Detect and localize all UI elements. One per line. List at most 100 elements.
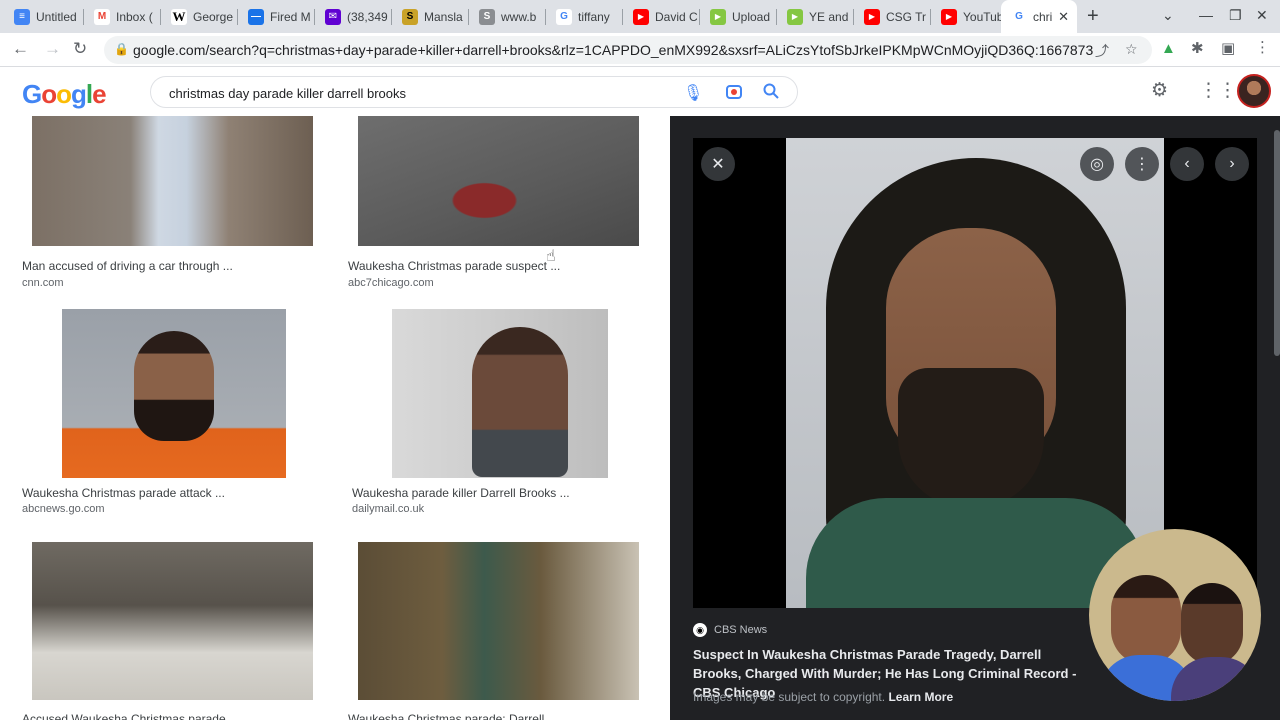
result-thumbnail[interactable]	[358, 116, 639, 246]
gmail-icon: M	[94, 8, 110, 25]
browser-tab-active[interactable]: G chri ✕	[1001, 0, 1077, 33]
share-icon[interactable]: ⤴	[1095, 41, 1109, 61]
reload-icon[interactable]: ↻	[73, 39, 87, 59]
lens-camera-icon[interactable]	[725, 83, 743, 106]
browser-tab[interactable]: S www.b	[469, 0, 546, 33]
preview-source[interactable]: ◉ CBS News	[693, 623, 767, 637]
browser-tab[interactable]: ▶ CSG Tr	[854, 0, 931, 33]
result-source[interactable]: abcnews.go.com	[22, 503, 105, 515]
close-window-icon[interactable]: ✕	[1256, 7, 1268, 24]
result-thumbnail[interactable]	[392, 309, 608, 478]
drive-extension-icon[interactable]: ▲	[1161, 40, 1176, 57]
browser-tab[interactable]: ▶ YouTub	[931, 0, 1008, 33]
tab-search-icon[interactable]: ⌄	[1162, 7, 1174, 24]
s-icon: S	[402, 8, 418, 25]
search-box[interactable]: 🎙	[150, 76, 798, 108]
browser-tab[interactable]: ▶ Upload	[700, 0, 777, 33]
google-icon: G	[556, 8, 572, 25]
image-result-card[interactable]: Waukesha Christmas parade attack ... abc…	[18, 309, 330, 521]
tab-title: George	[193, 9, 234, 24]
search-header: Google 🎙	[0, 67, 1280, 116]
browser-tab[interactable]: M Inbox (	[84, 0, 161, 33]
image-result-card[interactable]: Waukesha Christmas parade suspect ... ab…	[344, 116, 654, 294]
search-input[interactable]	[169, 83, 649, 103]
browser-tab[interactable]: G tiffany	[546, 0, 623, 33]
google-logo[interactable]: Google	[22, 79, 107, 110]
voice-search-icon[interactable]: 🎙	[683, 83, 703, 103]
url-text[interactable]: google.com/search?q=christmas+day+parade…	[133, 42, 1093, 58]
beard	[898, 368, 1044, 508]
copyright-notice: Images may be subject to copyright. Lear…	[693, 690, 953, 704]
previous-image-icon[interactable]: ‹	[1170, 147, 1204, 181]
restore-icon[interactable]: ❐	[1229, 7, 1242, 24]
lens-search-icon[interactable]: ◎	[1080, 147, 1114, 181]
back-icon[interactable]: ←	[12, 39, 29, 59]
result-caption[interactable]: Waukesha parade killer Darrell Brooks ..…	[352, 486, 570, 500]
image-result-card[interactable]: Waukesha Christmas parade: Darrell ...	[344, 542, 654, 720]
learn-more-link[interactable]: Learn More	[888, 690, 953, 704]
close-preview-icon[interactable]: ✕	[701, 147, 735, 181]
result-caption[interactable]: Man accused of driving a car through ...	[22, 259, 233, 273]
wikipedia-icon: W	[171, 8, 187, 25]
side-panel-icon[interactable]: ▣	[1221, 39, 1235, 57]
settings-gear-icon[interactable]: ⚙	[1151, 79, 1168, 102]
profile-head	[472, 327, 568, 477]
youtube-icon: ▶	[633, 8, 649, 25]
browser-tab[interactable]: ▶ YE and	[777, 0, 854, 33]
new-tab-icon[interactable]: +	[1087, 5, 1099, 28]
google-icon: G	[1011, 8, 1027, 25]
result-thumbnail[interactable]	[32, 116, 313, 246]
result-caption[interactable]: Waukesha Christmas parade suspect ...	[348, 259, 560, 273]
result-thumbnail[interactable]	[358, 542, 639, 700]
browser-tab[interactable]: S Mansla	[392, 0, 469, 33]
search-icon[interactable]	[763, 83, 779, 104]
image-result-card[interactable]: Waukesha parade killer Darrell Brooks ..…	[348, 309, 654, 521]
tab-title: David C	[655, 9, 698, 24]
doc-blue-icon: —	[248, 8, 264, 25]
minimize-icon[interactable]: —	[1199, 7, 1213, 23]
copyright-text: Images may be subject to copyright.	[693, 690, 886, 704]
tab-title: YouTub	[963, 9, 1004, 24]
address-bar[interactable]: 🔒 google.com/search?q=christmas+day+para…	[104, 36, 1152, 64]
result-source[interactable]: dailymail.co.uk	[352, 503, 424, 515]
browser-tab[interactable]: ≡ Untitled	[4, 0, 84, 33]
browser-tab[interactable]: W George	[161, 0, 238, 33]
close-tab-icon[interactable]: ✕	[1058, 9, 1069, 25]
result-thumbnail[interactable]	[62, 309, 286, 478]
image-results: Man accused of driving a car through ...…	[0, 116, 670, 720]
tab-title: www.b	[501, 9, 537, 24]
rumble-icon: ▶	[710, 8, 726, 25]
source-name[interactable]: CBS News	[714, 624, 767, 636]
tab-title: YE and	[809, 9, 849, 24]
lock-icon[interactable]: 🔒	[114, 42, 129, 56]
browser-toolbar: ← → ↻ 🔒 google.com/search?q=christmas+da…	[0, 33, 1280, 67]
tab-title: Fired M	[270, 9, 311, 24]
extensions-puzzle-icon[interactable]: ✱	[1191, 39, 1204, 57]
result-source[interactable]: cnn.com	[22, 277, 64, 289]
image-result-card[interactable]: Accused Waukesha Christmas parade ...	[18, 542, 330, 720]
forward-icon[interactable]: →	[44, 39, 61, 59]
scrollbar-thumb[interactable]	[1274, 130, 1280, 356]
apps-grid-icon[interactable]: ⋮⋮	[1199, 79, 1237, 102]
tab-strip: ≡ Untitled M Inbox ( W George — Fired M …	[0, 0, 1280, 33]
result-caption[interactable]: Waukesha Christmas parade: Darrell ...	[348, 712, 558, 720]
next-image-icon[interactable]: ›	[1215, 147, 1249, 181]
tab-title: chri	[1033, 9, 1053, 24]
youtube-icon: ▶	[941, 8, 957, 25]
result-caption[interactable]: Accused Waukesha Christmas parade ...	[22, 712, 239, 720]
cbs-eye-icon: ◉	[693, 623, 707, 637]
docs-icon: ≡	[14, 8, 30, 25]
preview-photo[interactable]	[786, 138, 1164, 608]
more-options-icon[interactable]: ⋮	[1125, 147, 1159, 181]
browser-tab[interactable]: — Fired M	[238, 0, 315, 33]
result-thumbnail[interactable]	[32, 542, 313, 700]
browser-tab[interactable]: ▶ David C	[623, 0, 700, 33]
browser-tab[interactable]: ✉ (38,349	[315, 0, 392, 33]
result-caption[interactable]: Waukesha Christmas parade attack ...	[22, 486, 225, 500]
bookmark-star-icon[interactable]: ☆	[1125, 41, 1138, 58]
result-source[interactable]: abc7chicago.com	[348, 277, 434, 289]
image-result-card[interactable]: Man accused of driving a car through ...…	[18, 116, 330, 294]
browser-menu-icon[interactable]: ⋮	[1255, 38, 1270, 56]
account-avatar[interactable]	[1237, 74, 1271, 108]
person-right	[1181, 583, 1243, 665]
